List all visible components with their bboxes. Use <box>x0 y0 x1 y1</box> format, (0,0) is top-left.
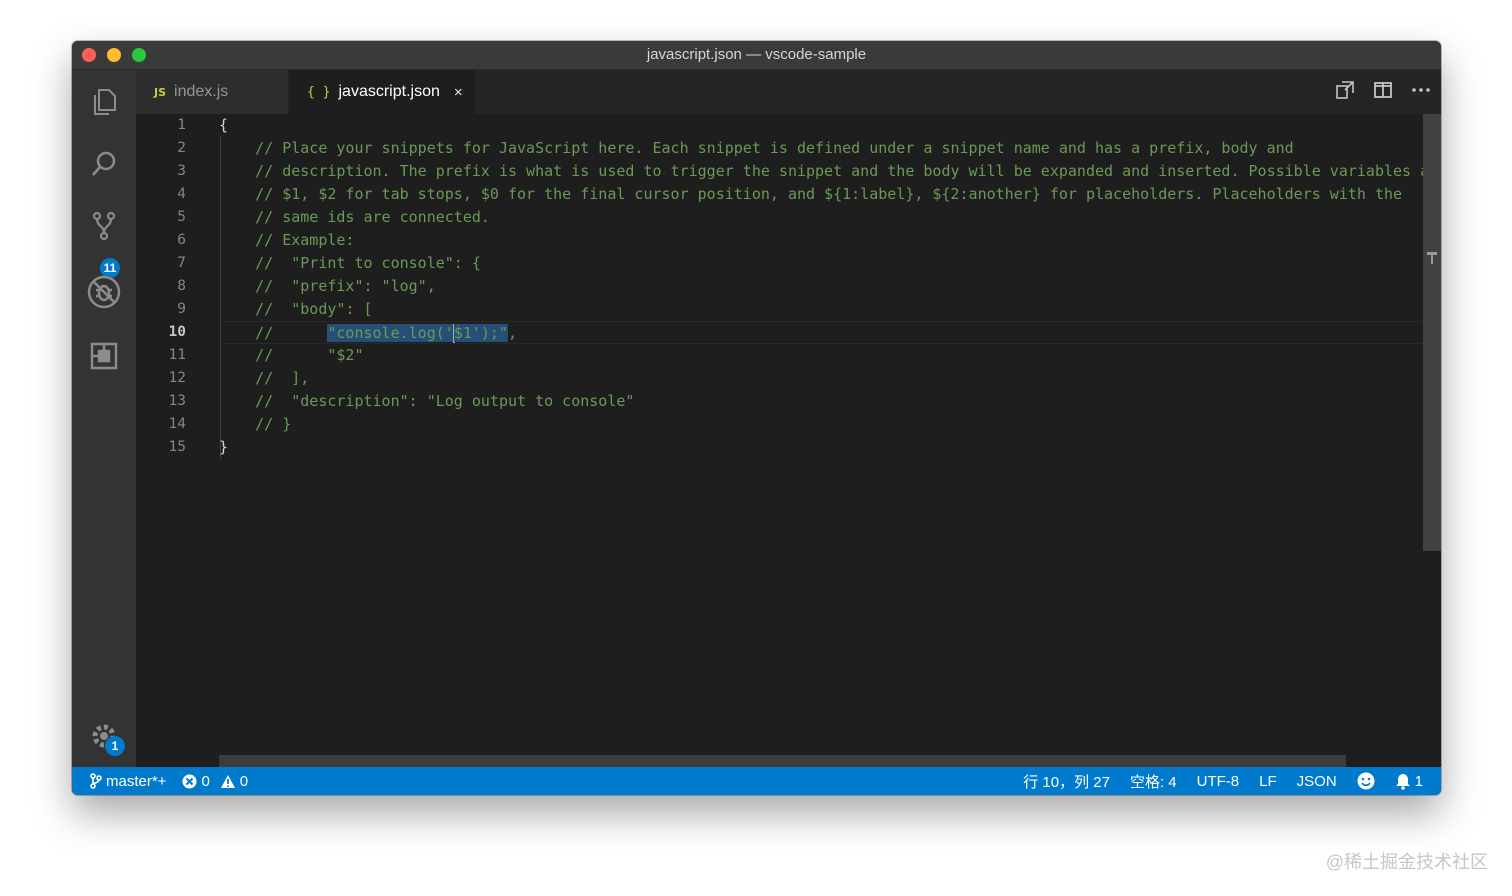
line-number: 6 <box>177 232 186 248</box>
activity-bar: 11 1 <box>72 70 136 767</box>
editor-actions <box>1335 70 1431 114</box>
status-bar: master*+ 0 0 行 10，列 27 空格: 4 UTF-8 LF JS… <box>72 767 1441 795</box>
close-tab-icon[interactable]: × <box>454 84 463 101</box>
open-changes-icon[interactable] <box>1335 80 1355 105</box>
json-file-icon: { } <box>307 84 331 100</box>
code-line: // "prefix": "log", <box>219 277 436 295</box>
line-number: 13 <box>168 393 186 409</box>
code-line: // } <box>219 415 292 433</box>
tab-javascript-json[interactable]: { } javascript.json × <box>289 70 475 114</box>
line-number: 5 <box>177 209 186 225</box>
tab-label: javascript.json <box>338 83 440 100</box>
debug-icon[interactable] <box>86 274 122 310</box>
code-line: // Example: <box>219 231 355 249</box>
bell-icon <box>1395 773 1410 790</box>
line-prefix: // <box>219 324 328 342</box>
code-line-current: // "console.log('$1');", <box>219 321 1423 344</box>
code-line: // same ids are connected. <box>219 208 490 226</box>
encoding-status[interactable]: UTF-8 <box>1197 773 1240 790</box>
line-number: 12 <box>168 370 186 386</box>
indentation-status[interactable]: 空格: 4 <box>1130 771 1177 792</box>
code-line: // "$2" <box>219 346 364 364</box>
language-mode[interactable]: JSON <box>1297 773 1337 790</box>
feedback-smiley-icon[interactable] <box>1357 772 1375 790</box>
source-control-icon[interactable] <box>86 208 122 244</box>
code-line: { <box>219 116 229 134</box>
line-number: 11 <box>168 347 186 363</box>
extensions-icon[interactable] <box>86 338 122 374</box>
explorer-icon[interactable] <box>86 84 122 120</box>
notifications-status[interactable]: 1 <box>1395 773 1423 790</box>
vertical-scrollbar-thumb[interactable] <box>1423 114 1441 551</box>
code-line: // $1, $2 for tab stops, $0 for the fina… <box>219 185 1403 203</box>
window-title: javascript.json — vscode-sample <box>646 46 867 63</box>
tab-index-js[interactable]: JS index.js <box>136 70 288 114</box>
warning-icon <box>220 774 235 788</box>
line-number: 9 <box>177 301 186 317</box>
split-editor-icon[interactable] <box>1373 80 1393 105</box>
javascript-file-icon: JS <box>154 85 167 99</box>
line-number: 7 <box>177 255 186 271</box>
git-branch-icon <box>90 773 102 789</box>
overview-ruler-cursor-icon <box>1427 252 1437 264</box>
code-editor[interactable]: 1 2 3 4 5 6 7 8 9 10 11 12 13 14 15 { //… <box>136 114 1441 767</box>
warning-count: 0 <box>239 772 249 790</box>
eol-status[interactable]: LF <box>1259 773 1277 790</box>
error-icon <box>182 774 197 788</box>
line-number: 3 <box>177 163 186 179</box>
branch-name: master*+ <box>106 772 167 790</box>
code-line: // "description": "Log output to console… <box>219 392 635 410</box>
tab-bar: JS index.js { } javascript.json × <box>136 70 1441 114</box>
branch-status[interactable]: master*+ <box>90 773 166 790</box>
watermark: @稀土掘金技术社区 <box>1325 852 1488 872</box>
code-line: // Place your snippets for JavaScript he… <box>219 139 1294 157</box>
code-line: // description. The prefix is what is us… <box>219 162 1441 180</box>
vertical-scrollbar[interactable] <box>1423 114 1441 753</box>
line-number: 14 <box>168 416 186 432</box>
more-actions-icon[interactable] <box>1411 80 1431 105</box>
selected-text: "console.log(' <box>327 324 454 342</box>
code-line: // ], <box>219 369 310 387</box>
line-number: 2 <box>177 140 186 156</box>
notification-count: 1 <box>1414 772 1423 790</box>
line-number: 1 <box>177 117 186 133</box>
tab-label: index.js <box>174 83 229 100</box>
error-count: 0 <box>201 772 210 790</box>
line-number-active: 10 <box>168 324 186 340</box>
cursor-position[interactable]: 行 10，列 27 <box>1023 771 1110 792</box>
horizontal-scrollbar[interactable] <box>219 755 1346 767</box>
code-line: } <box>219 438 229 456</box>
selected-text: $1');" <box>453 324 508 342</box>
line-suffix: , <box>508 324 518 342</box>
search-icon[interactable] <box>86 146 122 182</box>
title-bar: javascript.json — vscode-sample <box>72 41 1441 70</box>
vscode-window: javascript.json — vscode-sample 11 1 JS … <box>72 41 1441 795</box>
settings-badge: 1 <box>105 736 125 756</box>
line-number: 4 <box>177 186 186 202</box>
code-line: // "body": [ <box>219 300 373 318</box>
problems-status[interactable]: 0 0 <box>182 773 248 790</box>
code-line: // "Print to console": { <box>219 254 481 272</box>
line-number: 15 <box>168 439 186 455</box>
line-number: 8 <box>177 278 186 294</box>
